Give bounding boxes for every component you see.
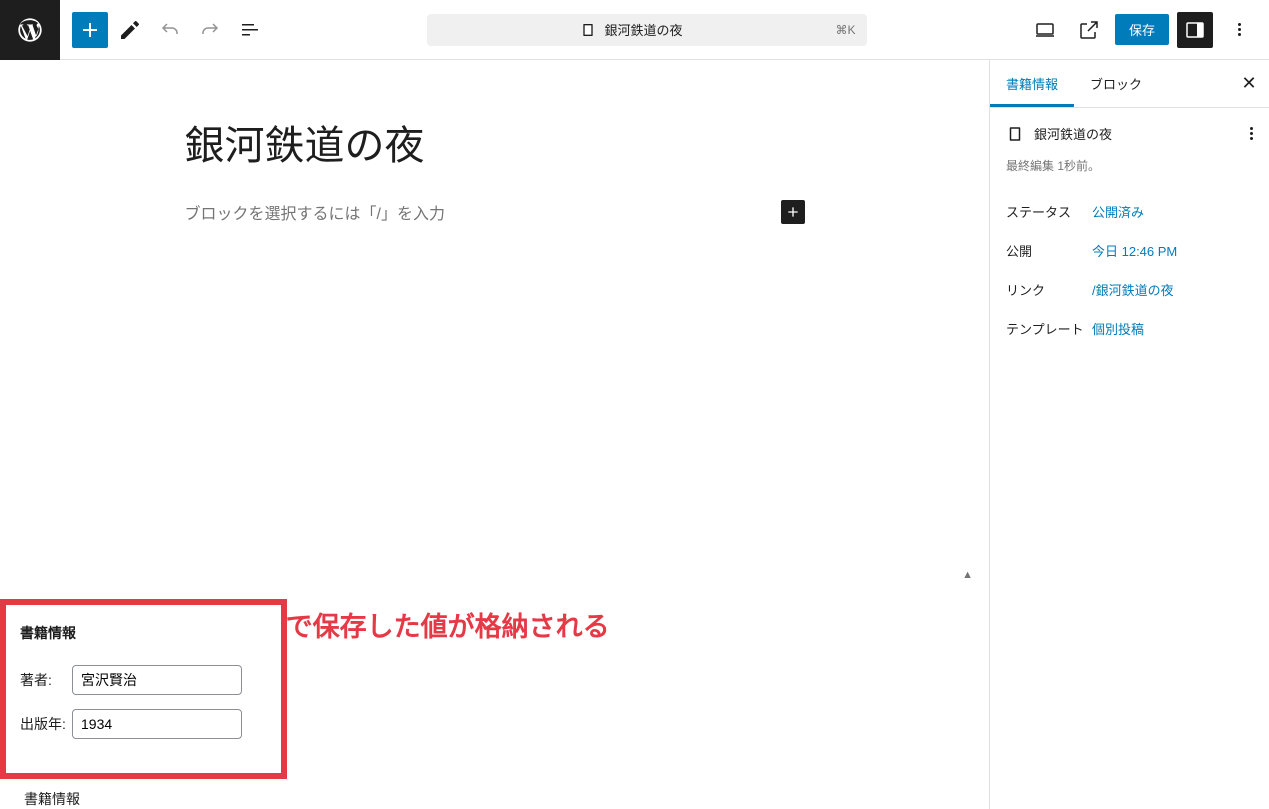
wordpress-icon bbox=[16, 16, 44, 44]
toolbar-right: 保存 bbox=[1027, 12, 1269, 48]
tab-book-info[interactable]: 書籍情報 bbox=[990, 60, 1074, 107]
edit-mode-button[interactable] bbox=[112, 12, 148, 48]
wordpress-logo[interactable] bbox=[0, 0, 60, 60]
book-info-metabox: 書籍情報 著者: 出版年: bbox=[0, 599, 287, 779]
save-button[interactable]: 保存 bbox=[1115, 14, 1169, 45]
metabox-footer-label: 書籍情報 bbox=[0, 779, 989, 809]
template-label: テンプレート bbox=[1006, 319, 1092, 338]
document-title: 銀河鉄道の夜 bbox=[604, 20, 682, 39]
link-label: リンク bbox=[1006, 280, 1092, 299]
block-prompt[interactable]: ブロックを選択するには「/」を入力 bbox=[185, 200, 805, 224]
status-row: ステータス 公開済み bbox=[1006, 192, 1253, 231]
status-value[interactable]: 公開済み bbox=[1092, 202, 1144, 221]
more-options-button[interactable] bbox=[1221, 12, 1257, 48]
author-label: 著者: bbox=[20, 670, 66, 690]
post-title[interactable]: 銀河鉄道の夜 bbox=[185, 120, 805, 172]
toolbar-left bbox=[60, 12, 268, 48]
year-input[interactable] bbox=[72, 709, 242, 739]
toolbar-center: 銀河鉄道の夜 ⌘K bbox=[268, 14, 1027, 46]
tab-block[interactable]: ブロック bbox=[1074, 60, 1158, 107]
sidebar-tabs: 書籍情報 ブロック ✕ bbox=[990, 60, 1269, 108]
link-row: リンク /銀河鉄道の夜 bbox=[1006, 270, 1253, 309]
link-value[interactable]: /銀河鉄道の夜 bbox=[1092, 280, 1174, 299]
sidebar-doc-actions[interactable] bbox=[1250, 127, 1253, 140]
sidebar-body: 銀河鉄道の夜 最終編集 1秒前。 ステータス 公開済み 公開 今日 12:46 … bbox=[990, 108, 1269, 364]
close-sidebar-button[interactable]: ✕ bbox=[1229, 73, 1269, 94]
author-input[interactable] bbox=[72, 665, 242, 695]
undo-icon bbox=[158, 18, 182, 42]
sidebar-doc-title: 銀河鉄道の夜 bbox=[1034, 124, 1112, 143]
page-icon bbox=[1006, 125, 1024, 143]
inline-add-button[interactable] bbox=[781, 200, 805, 224]
main-area: 銀河鉄道の夜 ブロックを選択するには「/」を入力 save_post フックで保… bbox=[0, 60, 1269, 809]
top-toolbar: 銀河鉄道の夜 ⌘K 保存 bbox=[0, 0, 1269, 60]
settings-sidebar-toggle[interactable] bbox=[1177, 12, 1213, 48]
template-row: テンプレート 個別投稿 bbox=[1006, 309, 1253, 348]
redo-button[interactable] bbox=[192, 12, 228, 48]
publish-row: 公開 今日 12:46 PM bbox=[1006, 231, 1253, 270]
metabox-collapse-toggle[interactable]: ▲ bbox=[962, 569, 973, 581]
sidebar-icon bbox=[1183, 18, 1207, 42]
external-icon bbox=[1077, 18, 1101, 42]
settings-sidebar: 書籍情報 ブロック ✕ 銀河鉄道の夜 最終編集 1秒前。 ステータス 公開済み … bbox=[989, 60, 1269, 809]
metabox-area: ▲ 書籍情報 著者: 出版年: 書籍情報 bbox=[0, 599, 989, 809]
metabox-title: 書籍情報 bbox=[20, 623, 267, 643]
undo-button[interactable] bbox=[152, 12, 188, 48]
shortcut-hint: ⌘K bbox=[835, 23, 855, 37]
pencil-icon bbox=[118, 18, 142, 42]
preview-external-button[interactable] bbox=[1071, 12, 1107, 48]
document-overview-button[interactable] bbox=[232, 12, 268, 48]
desktop-icon bbox=[1033, 18, 1057, 42]
page-icon bbox=[580, 22, 596, 38]
last-edit-text: 最終編集 1秒前。 bbox=[1006, 153, 1253, 192]
add-block-button[interactable] bbox=[72, 12, 108, 48]
publish-value[interactable]: 今日 12:46 PM bbox=[1092, 241, 1177, 260]
block-prompt-text: ブロックを選択するには「/」を入力 bbox=[185, 200, 445, 224]
publish-label: 公開 bbox=[1006, 241, 1092, 260]
editor-canvas: 銀河鉄道の夜 ブロックを選択するには「/」を入力 save_post フックで保… bbox=[0, 60, 989, 809]
redo-icon bbox=[198, 18, 222, 42]
template-value[interactable]: 個別投稿 bbox=[1092, 319, 1144, 338]
list-icon bbox=[238, 18, 262, 42]
document-bar[interactable]: 銀河鉄道の夜 ⌘K bbox=[427, 14, 867, 46]
sidebar-document-row: 銀河鉄道の夜 bbox=[1006, 124, 1253, 153]
dots-vertical-icon bbox=[1238, 23, 1241, 36]
plus-icon bbox=[78, 18, 102, 42]
status-label: ステータス bbox=[1006, 202, 1092, 221]
plus-icon bbox=[785, 204, 801, 220]
year-label: 出版年: bbox=[20, 714, 66, 734]
view-button[interactable] bbox=[1027, 12, 1063, 48]
